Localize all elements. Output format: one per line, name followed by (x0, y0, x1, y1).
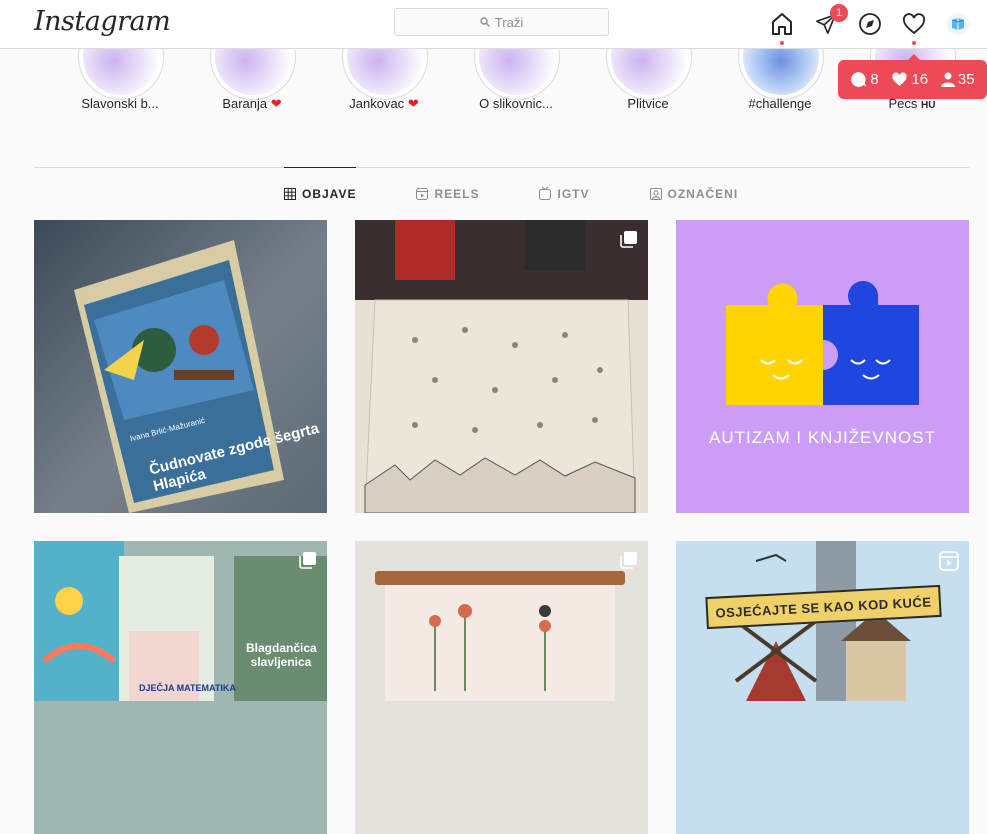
explore-button[interactable] (856, 10, 884, 38)
activity-notification-popup[interactable]: 8 16 35 (838, 54, 987, 99)
top-navigation-bar: Instagram Traži 1 (0, 0, 987, 49)
reels-icon (416, 187, 429, 200)
puzzle-illustration (726, 281, 919, 405)
post-thumbnail[interactable] (355, 220, 648, 513)
profile-tabs: OBJAVE REELS IGTV OZNAČENI (284, 167, 798, 220)
activity-button[interactable] (900, 10, 928, 45)
highlight-label: Baranja ❤ (222, 96, 282, 111)
heart-icon (902, 13, 926, 35)
post-caption-text: AUTIZAM I KNJIŽEVNOST (709, 428, 936, 447)
direct-badge: 1 (830, 4, 848, 22)
reels-video-icon (939, 551, 959, 571)
red-heart-icon: ❤ (407, 96, 419, 111)
search-placeholder: Traži (494, 14, 524, 30)
profile-button[interactable] (944, 10, 972, 38)
highlight-label: Jankovac ❤ (349, 96, 419, 111)
search-input[interactable]: Traži (394, 8, 609, 36)
tab-tagged[interactable]: OZNAČENI (649, 167, 739, 220)
highlight-label: O slikovnic... (479, 96, 553, 111)
search-icon (480, 17, 490, 27)
home-active-dot (780, 41, 784, 45)
tab-posts[interactable]: OBJAVE (284, 167, 357, 220)
tagged-icon (649, 187, 662, 200)
post-thumbnail[interactable]: OSJEĆAJTE SE KAO KOD KUĆE (676, 541, 969, 834)
post-thumbnail[interactable] (355, 541, 648, 834)
book-avatar-icon (951, 18, 965, 30)
igtv-icon (539, 187, 552, 200)
followers-count: 35 (940, 71, 975, 88)
carousel-icon (299, 552, 316, 569)
highlight-label: #challenge (748, 96, 812, 111)
carousel-icon (620, 231, 637, 248)
tab-reels[interactable]: REELS (416, 167, 479, 220)
avatar (947, 13, 969, 35)
post-thumbnail[interactable]: Čudnovate zgode šegrta Hlapića Ivana Brl… (34, 220, 327, 513)
highlight-label: Slavonski b... (81, 96, 159, 111)
comment-icon (851, 72, 867, 87)
like-icon (892, 72, 908, 86)
tab-igtv[interactable]: IGTV (539, 167, 589, 220)
post-thumbnail[interactable]: Blagdančica slavljenica DJEČJA MATEMATIK… (34, 541, 327, 834)
books-illustration (34, 541, 327, 701)
book-title: Blagdančica slavljenica (246, 641, 317, 669)
person-icon (940, 72, 955, 87)
gift-box-illustration (355, 220, 648, 513)
instagram-logo[interactable]: Instagram (34, 6, 171, 37)
home-button[interactable] (768, 10, 796, 45)
carousel-icon (620, 552, 637, 569)
highlight-label: Plitvice (627, 96, 669, 111)
direct-messages-button[interactable]: 1 (812, 4, 848, 38)
activity-dot (912, 41, 916, 45)
likes-count: 16 (891, 71, 928, 88)
compass-icon (859, 13, 881, 35)
comments-count: 8 (850, 71, 879, 88)
home-icon (772, 13, 792, 35)
red-heart-icon: ❤ (270, 96, 282, 111)
grid-icon (284, 188, 296, 200)
book-title-math: DJEČJA MATEMATIKA (139, 683, 236, 693)
post-thumbnail[interactable]: AUTIZAM I KNJIŽEVNOST (676, 220, 969, 513)
poster-illustration (375, 571, 625, 705)
